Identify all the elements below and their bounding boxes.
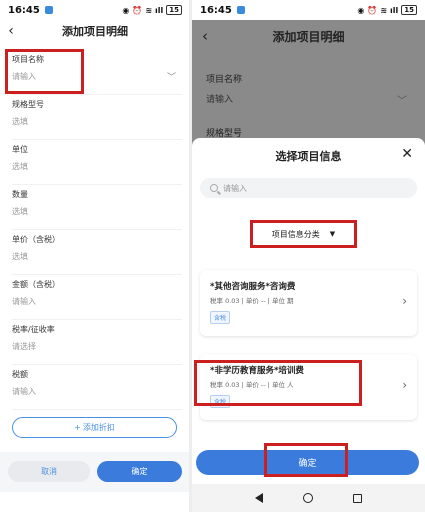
chevron-right-icon: › <box>402 294 407 308</box>
system-nav-bar <box>192 484 425 512</box>
chevron-down-icon[interactable]: ﹀ <box>167 70 176 83</box>
chevron-down-icon: ﹀ <box>397 96 407 107</box>
field-label: 规格型号 <box>12 100 44 109</box>
item-form: 项目名称 请输入 ﹀ 规格型号 选填 单位 选填 数量 选填 单价（含税） 选填… <box>12 50 182 410</box>
field-unit[interactable]: 单位 选填 <box>12 140 182 185</box>
list-item[interactable]: *其他咨询服务*咨询费 税率 0.03 | 单价 -- | 单位 期 含税 › <box>200 270 417 336</box>
status-bar: 16:45 ◉ ⏰ ≋ ıll 15 <box>0 0 190 20</box>
battery-icon: 15 <box>166 5 182 15</box>
add-discount-label: 添加折扣 <box>82 423 115 432</box>
quantity-input[interactable]: 选填 <box>12 200 182 217</box>
confirm-button[interactable]: 确定 <box>196 450 419 475</box>
field-amount[interactable]: 金额（含税） 请输入 <box>12 275 182 320</box>
page-title: 添加项目明细 <box>272 29 345 44</box>
item-meta: 税率 0.03 | 单价 -- | 单位 人 <box>210 381 294 389</box>
field-tax-amount[interactable]: 税额 请输入 <box>12 365 182 410</box>
eye-icon: ◉ <box>122 5 130 15</box>
status-icons: ◉ ⏰ ≋ ıll 15 <box>122 5 182 15</box>
tax-amount-input[interactable]: 请输入 <box>12 380 182 397</box>
alarm-icon: ⏰ <box>367 5 378 15</box>
alarm-icon: ⏰ <box>132 5 143 15</box>
amount-input[interactable]: 请输入 <box>12 290 182 307</box>
field-label: 数量 <box>12 190 28 199</box>
field-label: 项目名称 <box>206 75 243 85</box>
unit-price-input[interactable]: 选填 <box>12 245 182 262</box>
cancel-button[interactable]: 取消 <box>8 461 90 482</box>
plus-icon: + <box>74 423 81 432</box>
close-icon[interactable]: ✕ <box>401 146 413 162</box>
field-label: 项目名称 <box>12 55 44 64</box>
field-label: 单位 <box>12 145 28 154</box>
field-quantity[interactable]: 数量 选填 <box>12 185 182 230</box>
field-value: 请输入 <box>206 95 234 105</box>
category-label: 项目信息分类 <box>271 229 320 239</box>
eye-icon: ◉ <box>357 5 365 15</box>
page-title: 添加项目明细 <box>62 25 128 38</box>
item-name-input[interactable]: 请输入 <box>12 65 182 82</box>
battery-icon: 15 <box>401 5 417 15</box>
search-placeholder: 请输入 <box>223 183 247 193</box>
wifi-icon: ≋ <box>145 5 153 15</box>
app-notification-icon <box>44 6 53 14</box>
status-bar: 16:45 ◉ ⏰ ≋ ıll 15 <box>192 0 425 20</box>
chevron-right-icon: › <box>402 378 407 392</box>
left-screen: 16:45 ◉ ⏰ ≋ ıll 15 添加项目明细 ‹ 项目名称 请输入 ﹀ 规… <box>0 0 190 512</box>
tax-tag: 含税 <box>210 395 231 408</box>
tax-tag: 含税 <box>210 311 231 324</box>
field-spec[interactable]: 规格型号 选填 <box>12 95 182 140</box>
nav-back-icon[interactable] <box>255 493 263 503</box>
confirm-button[interactable]: 确定 <box>97 461 182 482</box>
select-item-sheet: 选择项目信息 ✕ 请输入 项目信息分类 ▼ *其他咨询服务*咨询费 税率 0.0… <box>192 138 425 438</box>
item-meta: 税率 0.03 | 单价 -- | 单位 期 <box>210 297 294 305</box>
field-label: 单价（含税） <box>12 235 60 244</box>
category-dropdown[interactable]: 项目信息分类 ▼ <box>250 220 357 248</box>
right-screen: 16:45 ◉ ⏰ ≋ ıll 15 添加项目明细 ‹ 项目名称 请输入 ﹀ 规… <box>192 0 425 512</box>
field-tax-rate[interactable]: 税率/征收率 请选择 <box>12 320 182 365</box>
triangle-down-icon: ▼ <box>329 230 336 238</box>
unit-input[interactable]: 选填 <box>12 155 182 172</box>
sheet-title: 选择项目信息 <box>275 150 342 163</box>
add-discount-button[interactable]: + 添加折扣 <box>12 417 177 438</box>
field-label: 税额 <box>12 370 28 379</box>
search-input[interactable]: 请输入 <box>200 178 417 198</box>
status-time: 16:45 <box>8 4 40 16</box>
signal-icon: ıll <box>155 5 164 15</box>
field-label: 金额（含税） <box>12 280 60 289</box>
spec-input[interactable]: 选填 <box>12 110 182 127</box>
status-icons: ◉ ⏰ ≋ ıll 15 <box>357 5 417 15</box>
nav-home-icon[interactable] <box>303 493 313 503</box>
field-label: 税率/征收率 <box>12 325 55 334</box>
tax-rate-select[interactable]: 请选择 <box>12 335 182 352</box>
signal-icon: ıll <box>390 5 399 15</box>
app-notification-icon <box>236 6 245 14</box>
header: 添加项目明细 ‹ <box>0 20 190 42</box>
field-unit-price[interactable]: 单价（含税） 选填 <box>12 230 182 275</box>
nav-recent-icon[interactable] <box>353 493 362 503</box>
item-name: *其他咨询服务*咨询费 <box>210 282 296 292</box>
status-time: 16:45 <box>200 4 232 16</box>
field-item-name[interactable]: 项目名称 请输入 ﹀ <box>12 50 182 95</box>
search-icon <box>210 184 218 192</box>
list-item[interactable]: *非学历教育服务*培训费 税率 0.03 | 单价 -- | 单位 人 含税 › <box>200 354 417 420</box>
header: 添加项目明细 ‹ <box>192 22 425 50</box>
item-name: *非学历教育服务*培训费 <box>210 366 304 376</box>
wifi-icon: ≋ <box>380 5 388 15</box>
